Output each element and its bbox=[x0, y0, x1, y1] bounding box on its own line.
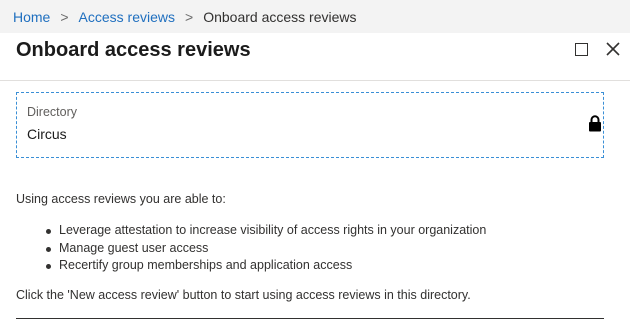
breadcrumb: Home > Access reviews > Onboard access r… bbox=[0, 0, 630, 33]
divider bbox=[16, 318, 604, 319]
intro-text: Using access reviews you are able to: bbox=[16, 192, 226, 206]
breadcrumb-access-reviews-link[interactable]: Access reviews bbox=[79, 9, 175, 25]
breadcrumb-separator: > bbox=[185, 8, 194, 25]
directory-label: Directory bbox=[27, 105, 78, 119]
list-item: Manage guest user access bbox=[44, 240, 486, 258]
breadcrumb-current: Onboard access reviews bbox=[203, 8, 357, 25]
directory-field[interactable]: Directory Circus bbox=[16, 92, 604, 158]
list-item: Recertify group memberships and applicat… bbox=[44, 257, 486, 275]
outro-text: Click the 'New access review' button to … bbox=[16, 288, 471, 302]
list-item: Leverage attestation to increase visibil… bbox=[44, 222, 486, 240]
close-icon[interactable] bbox=[604, 40, 622, 58]
directory-value: Circus bbox=[27, 126, 67, 142]
blade-header: Onboard access reviews bbox=[0, 33, 630, 81]
breadcrumb-separator: > bbox=[60, 8, 69, 25]
breadcrumb-home-link[interactable]: Home bbox=[13, 9, 50, 25]
maximize-icon[interactable] bbox=[575, 43, 588, 56]
feature-list: Leverage attestation to increase visibil… bbox=[44, 222, 486, 275]
page-title: Onboard access reviews bbox=[16, 39, 251, 61]
lock-icon bbox=[589, 115, 601, 132]
